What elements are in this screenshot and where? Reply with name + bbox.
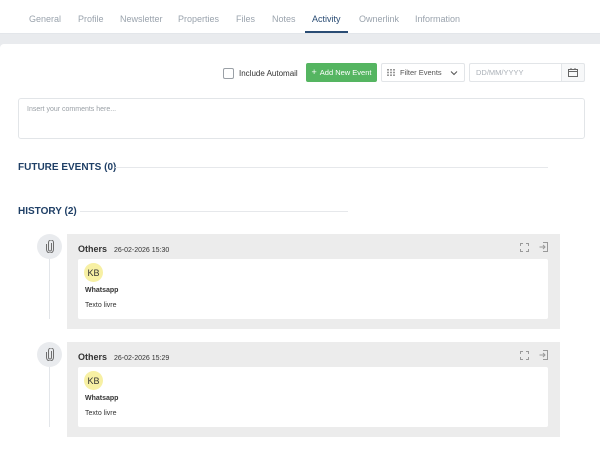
event-timestamp: 26-02-2026 15:29 [114,355,170,362]
avatar: KB [84,371,103,390]
tab-bar: General Profile Newsletter Properties Fi… [0,0,600,34]
event-channel: Whatsapp [85,395,119,402]
history-divider [80,211,348,212]
tab-newsletter[interactable]: Newsletter [120,14,163,24]
date-input[interactable] [469,63,561,82]
future-events-title: FUTURE EVENTS (0) [18,162,117,173]
event-attachment-marker [37,342,62,367]
event-card: KB Whatsapp Texto livre [78,367,548,427]
tab-notes[interactable]: Notes [272,14,296,24]
timeline-connector [49,367,50,427]
add-new-event-button[interactable]: + Add New Event [306,63,377,82]
expand-icon[interactable] [520,242,529,252]
tab-information[interactable]: Information [415,14,460,24]
event-header: Others 26-02-2026 15:30 [78,244,169,254]
include-automail-label: Include Automail [239,68,298,78]
history-event: Others 26-02-2026 15:29 KB Whatsapp Text… [67,342,560,437]
event-card: KB Whatsapp Texto livre [78,259,548,319]
event-text: Texto livre [85,302,117,309]
event-tools [510,350,548,360]
history-event: Others 26-02-2026 15:30 KB Whatsapp Text… [67,234,560,329]
tab-files[interactable]: Files [236,14,255,24]
event-channel: Whatsapp [85,287,119,294]
tab-general[interactable]: General [29,14,61,24]
paperclip-icon [45,348,54,361]
filter-events-dropdown[interactable]: Filter Events [381,63,465,82]
tab-profile[interactable]: Profile [78,14,104,24]
add-new-event-label: Add New Event [319,68,372,77]
tab-activity[interactable]: Activity [312,14,341,24]
tab-ownerlink[interactable]: Ownerlink [359,14,399,24]
plus-icon: + [311,67,317,77]
comments-input[interactable] [18,98,585,139]
event-type: Others [78,352,108,362]
event-type: Others [78,244,108,254]
include-automail-toggle[interactable]: Include Automail [223,67,298,79]
chevron-down-icon [450,71,458,76]
avatar: KB [84,263,103,282]
paperclip-icon [45,240,54,253]
event-text: Texto livre [85,410,117,417]
timeline-connector [49,259,50,319]
history-title: HISTORY (2) [18,206,77,217]
calendar-button[interactable] [561,63,585,82]
filter-events-label: Filter Events [400,68,442,77]
expand-icon[interactable] [520,350,529,360]
calendar-icon [568,68,578,77]
exit-icon[interactable] [539,242,548,252]
future-events-divider [115,167,548,168]
event-timestamp: 26-02-2026 15:30 [114,247,170,254]
exit-icon[interactable] [539,350,548,360]
event-header: Others 26-02-2026 15:29 [78,352,169,362]
active-tab-indicator [305,31,348,33]
tab-properties[interactable]: Properties [178,14,219,24]
grid-icon [387,69,395,76]
event-tools [510,242,548,252]
event-attachment-marker [37,234,62,259]
include-automail-checkbox[interactable] [223,67,234,79]
